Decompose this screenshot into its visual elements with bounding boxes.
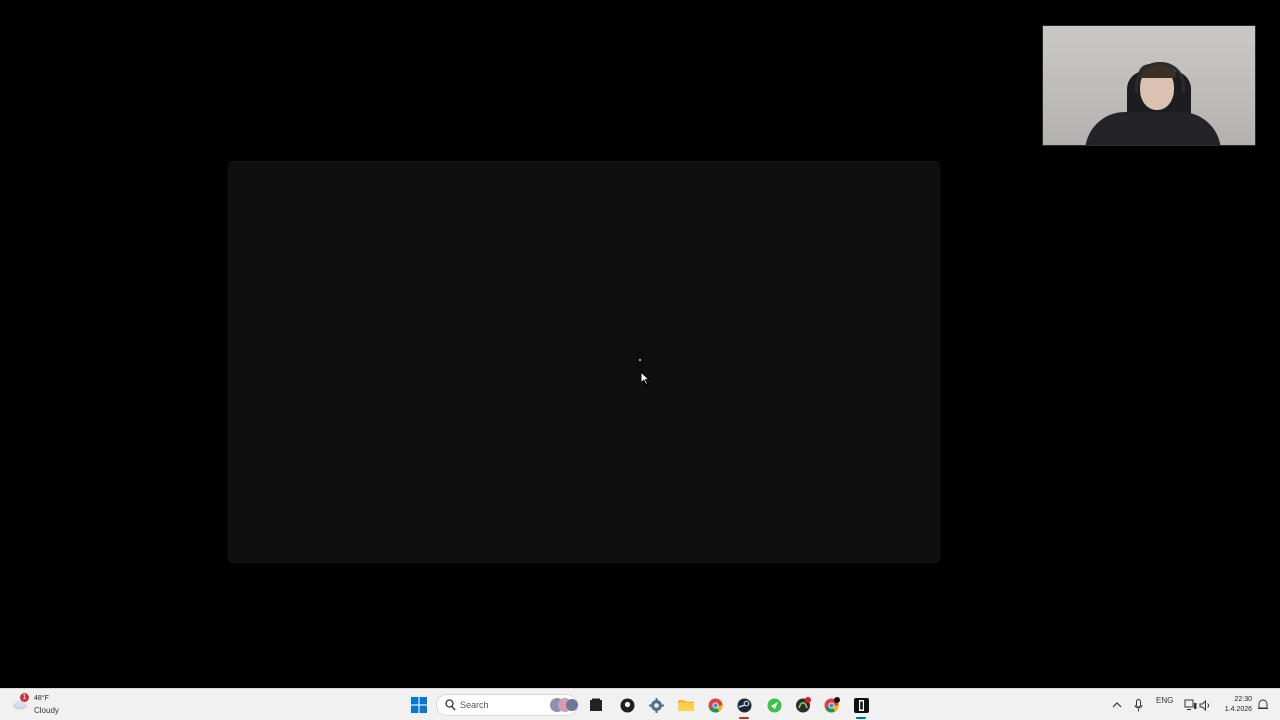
volume-button[interactable] <box>1196 696 1214 714</box>
active-indicator <box>739 717 749 719</box>
language-indicator[interactable]: ENG <box>1156 696 1173 705</box>
clock-date: 1.4.2026 <box>1224 706 1252 713</box>
taskbar: 1 48°F Cloudy Search ENG 22:30 1.4.2026 <box>0 688 1280 720</box>
webcam-person-body <box>1085 112 1221 145</box>
chrome-icon <box>824 697 840 713</box>
chrome-icon <box>708 698 722 712</box>
active-indicator <box>856 717 866 719</box>
loading-app-window[interactable] <box>229 162 939 562</box>
network-icon <box>1184 699 1196 710</box>
taskbar-chrome[interactable] <box>706 696 724 714</box>
windows-start-button[interactable] <box>410 696 428 714</box>
taskbar-steam[interactable] <box>735 696 753 719</box>
notification-center-button[interactable] <box>1254 696 1272 714</box>
steam-icon <box>737 698 751 712</box>
microphone-icon <box>1134 698 1142 711</box>
notification-icon <box>1258 699 1268 709</box>
mouse-cursor-icon <box>640 371 650 385</box>
loading-indicator <box>639 359 641 361</box>
taskbar-app-2[interactable] <box>765 696 783 714</box>
weather-alert-badge: 1 <box>20 693 29 702</box>
windows-start-icon <box>411 697 427 713</box>
show-hidden-icons-button[interactable] <box>1108 696 1126 714</box>
taskbar-settings[interactable] <box>647 696 665 714</box>
taskbar-app-1[interactable] <box>618 696 636 714</box>
app-icon <box>620 698 634 712</box>
volume-icon <box>1199 699 1210 711</box>
weather-condition: Cloudy <box>34 706 59 715</box>
taskbar-chrome-2[interactable] <box>823 696 841 714</box>
taskbar-app-3[interactable] <box>794 696 812 714</box>
taskbar-clock[interactable]: 22:30 1.4.2026 <box>1216 695 1252 715</box>
clock-time: 22:30 <box>1234 696 1252 703</box>
microphone-button[interactable] <box>1129 696 1147 714</box>
chevron-up-icon <box>1112 702 1122 708</box>
settings-icon <box>648 697 664 713</box>
webcam-overlay <box>1042 25 1256 146</box>
desktop <box>0 0 1280 688</box>
weather-temperature: 48°F <box>34 695 49 702</box>
task-view-icon <box>590 698 602 711</box>
search-placeholder: Search <box>460 700 489 710</box>
taskbar-file-explorer[interactable] <box>677 696 695 714</box>
app-icon <box>853 697 869 713</box>
search-highlight-icon <box>550 698 578 712</box>
taskbar-app-4[interactable] <box>852 696 870 719</box>
taskbar-search-box[interactable]: Search <box>436 694 578 716</box>
search-icon <box>445 699 456 711</box>
task-view-button[interactable] <box>587 696 605 714</box>
app-icon <box>796 697 811 713</box>
weather-widget[interactable]: 1 48°F Cloudy <box>12 692 102 718</box>
app-icon <box>767 698 781 712</box>
file-explorer-icon <box>678 700 694 711</box>
